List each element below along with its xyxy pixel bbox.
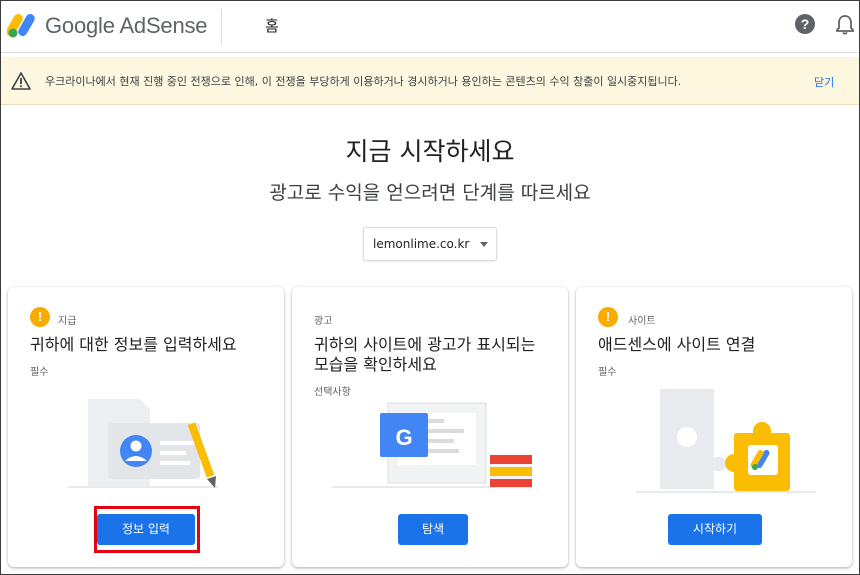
site-selector-dropdown[interactable]: lemonlime.co.kr xyxy=(363,227,497,261)
adsense-logo-icon xyxy=(7,14,35,38)
card-tag: 광고 xyxy=(314,316,333,327)
dropdown-caret-icon xyxy=(480,242,488,247)
top-app-bar: Google AdSense 홈 ? xyxy=(1,1,859,53)
hero-title: 지금 시작하세요 xyxy=(345,137,515,166)
policy-notice-banner: 우크라이나에서 현재 진행 중인 전쟁으로 인해, 이 전쟁을 부당하게 이용하… xyxy=(1,57,859,105)
notice-message: 우크라이나에서 현재 진행 중인 전쟁으로 인해, 이 전쟁을 부당하게 이용하… xyxy=(45,75,682,88)
alert-badge-icon: ! xyxy=(30,307,50,327)
get-started-button[interactable]: 시작하기 xyxy=(668,514,762,545)
explore-button[interactable]: 탐색 xyxy=(398,514,468,545)
close-banner-link[interactable]: 닫기 xyxy=(814,74,834,90)
header-divider xyxy=(221,9,222,45)
brand-name: Google AdSense xyxy=(45,13,208,38)
ad-preview-illustration: G xyxy=(332,402,532,488)
notifications-bell-icon[interactable] xyxy=(835,14,855,36)
help-icon[interactable]: ? xyxy=(795,14,815,34)
card-requirement: 필수 xyxy=(598,367,617,378)
profile-form-illustration xyxy=(68,399,218,488)
selected-site: lemonlime.co.kr xyxy=(373,237,470,251)
page-title: 홈 xyxy=(265,17,279,35)
puzzle-connect-illustration xyxy=(636,389,816,493)
card-tag: 사이트 xyxy=(628,316,656,327)
card-title: 귀하에 대한 정보를 입력하세요 xyxy=(30,335,237,354)
card-connect-site: ! 사이트 애드센스에 사이트 연결 필수 시작하기 xyxy=(576,287,852,567)
ad-g-glyph: G xyxy=(395,425,412,450)
card-title: 귀하의 사이트에 광고가 표시되는 모습을 확인하세요 xyxy=(314,335,536,374)
card-ad-preview: 광고 귀하의 사이트에 광고가 표시되는 모습을 확인하세요 선택사항 G 탐색 xyxy=(292,287,568,567)
warning-triangle-icon xyxy=(11,72,31,90)
card-requirement: 필수 xyxy=(30,367,49,378)
card-tag: 지급 xyxy=(58,316,77,327)
highlight-box xyxy=(94,506,200,553)
alert-badge-icon: ! xyxy=(598,307,618,327)
hero-subtitle: 광고로 수익을 얻으려면 단계를 따르세요 xyxy=(269,182,591,204)
card-payment-info: ! 지급 귀하에 대한 정보를 입력하세요 필수 정보 입력 xyxy=(8,287,284,567)
card-title: 애드센스에 사이트 연결 xyxy=(598,335,756,354)
